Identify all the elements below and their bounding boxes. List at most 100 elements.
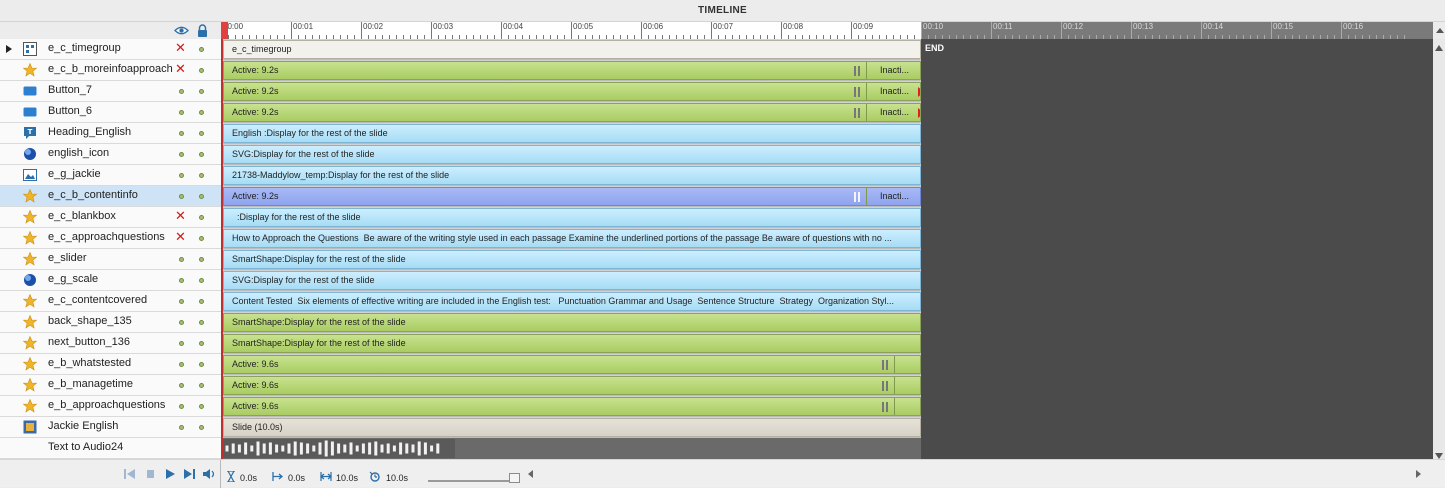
- pause-handle-icon[interactable]: [854, 192, 856, 202]
- scroll-up-arrow-icon[interactable]: [1436, 28, 1444, 33]
- lock-dot-icon[interactable]: [199, 278, 204, 283]
- timeline-bar[interactable]: 21738-Maddylow_temp:Display for the rest…: [223, 166, 921, 185]
- timeline-bar[interactable]: Slide (10.0s): [223, 418, 921, 437]
- lock-dot-icon[interactable]: [199, 257, 204, 262]
- timeline-bar[interactable]: Active: 9.6s: [223, 376, 921, 395]
- layer-row[interactable]: Button_7: [0, 81, 221, 102]
- visibility-dot-icon[interactable]: [179, 257, 184, 262]
- audio-track[interactable]: [221, 438, 921, 459]
- layer-row[interactable]: e_g_scale: [0, 270, 221, 291]
- pause-handle-icon[interactable]: [854, 87, 856, 97]
- visibility-dot-icon[interactable]: [179, 131, 184, 136]
- timeline-tracks[interactable]: END e_c_timegroup Active: 9.2s Inacti... Ac…: [221, 39, 1433, 459]
- lock-dot-icon[interactable]: [199, 47, 204, 52]
- layer-row[interactable]: e_slider: [0, 249, 221, 270]
- pause-handle-icon[interactable]: [854, 66, 856, 76]
- next-frame-icon[interactable]: [184, 469, 195, 479]
- lock-icon[interactable]: [197, 24, 208, 37]
- layer-row[interactable]: Jackie English: [0, 417, 221, 438]
- pause-handle-icon[interactable]: [886, 360, 888, 370]
- timeline-bar[interactable]: SVG:Display for the rest of the slide: [223, 145, 921, 164]
- hidden-x-icon[interactable]: ✕: [175, 62, 186, 76]
- pause-handle-icon[interactable]: [858, 192, 860, 202]
- scroll-left-icon[interactable]: [528, 470, 533, 478]
- timeline-bar[interactable]: :Display for the rest of the slide: [223, 208, 921, 227]
- pause-handle-icon[interactable]: [882, 402, 884, 412]
- visibility-dot-icon[interactable]: [179, 173, 184, 178]
- timeline-bar[interactable]: Content Tested Six elements of effective…: [223, 292, 921, 311]
- visibility-dot-icon[interactable]: [179, 278, 184, 283]
- lock-dot-icon[interactable]: [199, 299, 204, 304]
- visibility-dot-icon[interactable]: [179, 194, 184, 199]
- layer-row[interactable]: e_c_timegroup ✕: [0, 39, 221, 60]
- lock-dot-icon[interactable]: [199, 215, 204, 220]
- timeline-bar[interactable]: Active: 9.2s Inacti...: [223, 187, 921, 206]
- timeline-bar[interactable]: SmartShape:Display for the rest of the s…: [223, 334, 921, 353]
- lock-dot-icon[interactable]: [199, 320, 204, 325]
- layer-row[interactable]: back_shape_135: [0, 312, 221, 333]
- layer-row[interactable]: e_c_contentcovered: [0, 291, 221, 312]
- lock-dot-icon[interactable]: [199, 110, 204, 115]
- stop-icon[interactable]: [146, 469, 155, 479]
- time-ruler[interactable]: 00:00 00:01 00:02 00:03 00:04 00:05 00:06 00:07…: [221, 22, 1433, 39]
- lock-dot-icon[interactable]: [199, 425, 204, 430]
- layer-row[interactable]: e_c_b_contentinfo: [0, 186, 221, 207]
- pause-handle-icon[interactable]: [886, 381, 888, 391]
- visibility-dot-icon[interactable]: [179, 404, 184, 409]
- pause-handle-icon[interactable]: [858, 108, 860, 118]
- layer-row[interactable]: e_c_blankbox ✕: [0, 207, 221, 228]
- lock-dot-icon[interactable]: [199, 194, 204, 199]
- lock-dot-icon[interactable]: [199, 89, 204, 94]
- timeline-bar[interactable]: SVG:Display for the rest of the slide: [223, 271, 921, 290]
- timeline-bar[interactable]: Active: 9.2s Inacti...: [223, 103, 921, 122]
- hidden-x-icon[interactable]: ✕: [175, 209, 186, 223]
- visibility-dot-icon[interactable]: [179, 110, 184, 115]
- visibility-dot-icon[interactable]: [179, 425, 184, 430]
- lock-dot-icon[interactable]: [199, 383, 204, 388]
- lock-dot-icon[interactable]: [199, 173, 204, 178]
- speaker-icon[interactable]: [203, 469, 216, 479]
- scroll-up-icon[interactable]: [1435, 45, 1443, 51]
- timeline-bar[interactable]: English :Display for the rest of the sli…: [223, 124, 921, 143]
- playhead-handle[interactable]: [221, 22, 228, 39]
- timeline-bar[interactable]: SmartShape:Display for the rest of the s…: [223, 250, 921, 269]
- lock-dot-icon[interactable]: [199, 236, 204, 241]
- visibility-dot-icon[interactable]: [179, 299, 184, 304]
- scroll-right-icon[interactable]: [1416, 470, 1421, 478]
- pause-handle-icon[interactable]: [854, 108, 856, 118]
- timeline-bar[interactable]: Active: 9.6s: [223, 397, 921, 416]
- visibility-dot-icon[interactable]: [179, 362, 184, 367]
- layer-row[interactable]: Text to Audio24: [0, 438, 221, 459]
- visibility-dot-icon[interactable]: [179, 89, 184, 94]
- layer-row[interactable]: e_c_b_moreinfoapproach ✕: [0, 60, 221, 81]
- pause-handle-icon[interactable]: [882, 360, 884, 370]
- timeline-bar[interactable]: Active: 9.2s Inacti...: [223, 82, 921, 101]
- layer-row[interactable]: e_b_whatstested: [0, 354, 221, 375]
- vertical-scrollbar[interactable]: [1433, 39, 1445, 459]
- layer-row[interactable]: e_g_jackie: [0, 165, 221, 186]
- visibility-dot-icon[interactable]: [179, 152, 184, 157]
- zoom-slider-thumb[interactable]: [509, 473, 520, 483]
- hidden-x-icon[interactable]: ✕: [175, 41, 186, 55]
- pause-handle-icon[interactable]: [886, 402, 888, 412]
- playhead-line[interactable]: [221, 39, 223, 459]
- layer-row[interactable]: e_b_approachquestions: [0, 396, 221, 417]
- lock-dot-icon[interactable]: [199, 131, 204, 136]
- zoom-slider-track[interactable]: [428, 480, 520, 482]
- layer-row[interactable]: english_icon: [0, 144, 221, 165]
- visibility-dot-icon[interactable]: [179, 320, 184, 325]
- lock-dot-icon[interactable]: [199, 68, 204, 73]
- pause-handle-icon[interactable]: [858, 87, 860, 97]
- rewind-icon[interactable]: [124, 469, 135, 479]
- layer-row[interactable]: e_c_approachquestions ✕: [0, 228, 221, 249]
- timeline-bar[interactable]: Active: 9.6s: [223, 355, 921, 374]
- pause-handle-icon[interactable]: [882, 381, 884, 391]
- expand-arrow-icon[interactable]: [6, 45, 12, 53]
- layer-row[interactable]: next_button_136: [0, 333, 221, 354]
- timeline-bar[interactable]: e_c_timegroup: [223, 40, 921, 59]
- layer-row[interactable]: Button_6: [0, 102, 221, 123]
- eye-icon[interactable]: [174, 25, 189, 36]
- visibility-dot-icon[interactable]: [179, 341, 184, 346]
- lock-dot-icon[interactable]: [199, 362, 204, 367]
- layer-row[interactable]: T Heading_English: [0, 123, 221, 144]
